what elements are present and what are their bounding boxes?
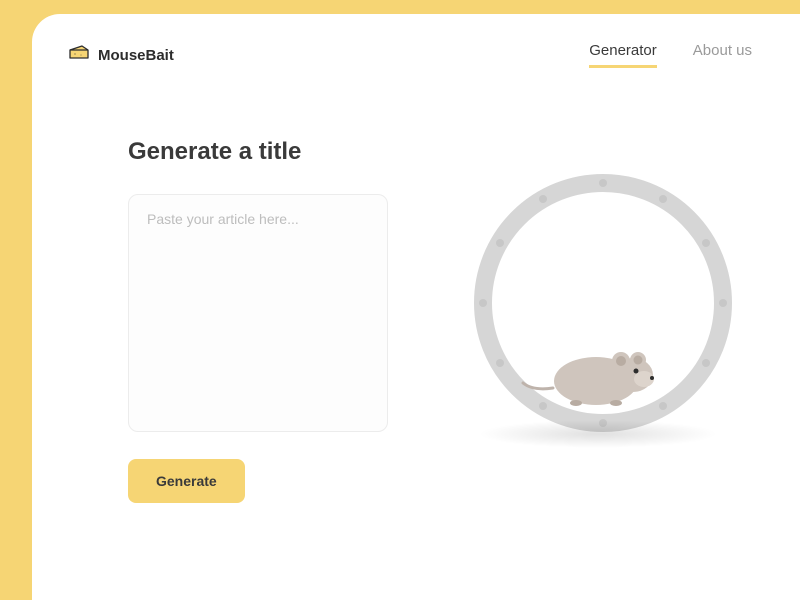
main-content: Generate a title Generate (128, 138, 752, 503)
brand-name: MouseBait (98, 47, 174, 64)
form-section: Generate a title Generate (128, 138, 398, 503)
page-title: Generate a title (128, 138, 398, 166)
article-input[interactable] (128, 194, 388, 432)
nav-generator[interactable]: Generator (589, 42, 657, 68)
logo[interactable]: MouseBait (68, 44, 174, 67)
wheel-shadow (478, 420, 718, 448)
cheese-icon (68, 44, 90, 67)
main-card: MouseBait Generator About us Generate a … (32, 14, 800, 600)
mouse-wheel-illustration (458, 158, 738, 458)
nav-about[interactable]: About us (693, 42, 752, 68)
nav: Generator About us (589, 42, 752, 68)
generate-button[interactable]: Generate (128, 459, 245, 503)
hamster-wheel-icon (458, 158, 738, 448)
header: MouseBait Generator About us (68, 42, 752, 68)
